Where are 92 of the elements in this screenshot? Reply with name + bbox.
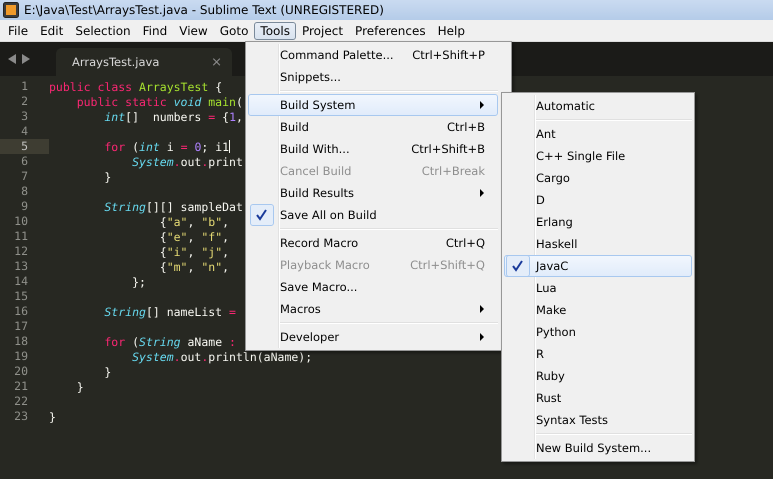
line-number: 10: [13, 214, 29, 229]
line-number: 18: [13, 334, 29, 349]
menu-option[interactable]: Build Ctrl+B: [248, 116, 498, 138]
code-line: {"e", "f",: [158, 230, 230, 244]
line-number: 6: [20, 154, 29, 169]
text-cursor: [229, 140, 230, 153]
code-line: for (String aName :: [103, 334, 236, 348]
code-line: }: [103, 170, 112, 184]
line-number: 8: [20, 184, 29, 199]
menu-option[interactable]: New Build System...: [504, 437, 692, 459]
shortcut-text: Ctrl+Q: [446, 236, 485, 250]
line-number: 11: [13, 229, 29, 244]
line-number: 9: [20, 199, 29, 214]
menu-item[interactable]: Preferences: [349, 22, 432, 40]
code-line: };: [131, 274, 146, 288]
code-line: public class ArraysTest {: [49, 80, 222, 94]
code-line: System.out.println(aName);: [131, 350, 312, 364]
code-line: }: [76, 380, 84, 394]
menu-option[interactable]: Command Palette... Ctrl+Shift+P: [248, 44, 498, 66]
line-number: 16: [13, 304, 29, 319]
shortcut-text: Ctrl+B: [447, 120, 485, 134]
menu-option[interactable]: Rust: [504, 387, 692, 409]
code-line: String[] nameList =: [103, 304, 236, 318]
menu-option[interactable]: C++ Single File: [504, 145, 692, 167]
menu-option[interactable]: Snippets...: [248, 66, 498, 88]
menu-item[interactable]: Help: [432, 22, 471, 40]
line-number: 22: [13, 394, 29, 409]
code-line: {"a", "b",: [158, 214, 230, 228]
tab-label: ArraysTest.java: [72, 55, 160, 69]
app-logo-icon: [3, 2, 19, 18]
menu-option[interactable]: Syntax Tests: [504, 409, 692, 431]
code-line: }: [49, 410, 56, 424]
menu-option[interactable]: Save All on Build: [248, 204, 498, 226]
code-line: for (int i = 0; i1: [103, 140, 230, 154]
close-icon[interactable]: ×: [211, 54, 222, 70]
menu-option[interactable]: Make: [504, 299, 692, 321]
code-line: {"i", "j",: [158, 244, 230, 258]
menu-option[interactable]: Python: [504, 321, 692, 343]
menu-option[interactable]: Record Macro Ctrl+Q: [248, 232, 498, 254]
shortcut-text: Ctrl+Shift+P: [412, 48, 485, 62]
line-number: 5: [0, 139, 49, 154]
menu-item[interactable]: File: [2, 22, 34, 40]
menu-item[interactable]: Tools: [254, 22, 296, 40]
menu-option[interactable]: JavaC: [504, 255, 692, 277]
menu-item[interactable]: Find: [136, 22, 174, 40]
line-number: 21: [13, 379, 29, 394]
line-number: 17: [13, 319, 29, 334]
menu-option[interactable]: Haskell: [504, 233, 692, 255]
menu-item[interactable]: View: [173, 22, 214, 40]
shortcut-text: Ctrl+Shift+Q: [410, 258, 485, 272]
line-number: 23: [13, 409, 29, 424]
line-number: 13: [13, 259, 29, 274]
forward-arrow-icon[interactable]: [21, 54, 30, 64]
menu-option[interactable]: Developer: [248, 326, 498, 348]
menu-option[interactable]: Erlang: [504, 211, 692, 233]
line-number: 4: [20, 124, 29, 139]
window-title: E:\Java\Test\ArraysTest.java - Sublime Text (UNREGISTERED): [24, 3, 384, 17]
menu-option[interactable]: Ant: [504, 123, 692, 145]
menu-item[interactable]: Edit: [34, 22, 70, 40]
menu-option[interactable]: D: [504, 189, 692, 211]
code-line: int[] numbers = {1,: [103, 110, 243, 124]
menu-option[interactable]: Save Macro...: [248, 276, 498, 298]
code-line: public static void main(: [76, 94, 243, 108]
line-number: 14: [13, 274, 29, 289]
line-number: 7: [20, 169, 29, 184]
menu-option[interactable]: Build System: [248, 94, 498, 116]
menu-option[interactable]: Macros: [248, 298, 498, 320]
line-number: 15: [13, 289, 29, 304]
back-arrow-icon[interactable]: [8, 54, 17, 64]
line-number: 2: [20, 94, 29, 109]
line-number: 20: [13, 364, 29, 379]
line-number: 19: [13, 349, 29, 364]
line-number: 12: [13, 244, 29, 259]
shortcut-text: Ctrl+Shift+B: [411, 142, 485, 156]
menu-item[interactable]: Goto: [214, 22, 254, 40]
code-line: String[][] sampleDat: [103, 200, 243, 214]
menu-option[interactable]: Lua: [504, 277, 692, 299]
shortcut-text: Ctrl+Break: [422, 164, 485, 178]
menu-option[interactable]: R: [504, 343, 692, 365]
menu-option[interactable]: Ruby: [504, 365, 692, 387]
menu-item[interactable]: Project: [296, 22, 350, 40]
code-line: {"m", "n",: [158, 260, 230, 274]
line-number: 1: [20, 79, 29, 94]
file-tab[interactable]: ArraysTest.java ×: [56, 48, 232, 76]
menu-option[interactable]: Build Results: [248, 182, 498, 204]
menu-item[interactable]: Selection: [69, 22, 137, 40]
code-line: System.out.print: [131, 154, 243, 168]
menu-option[interactable]: Automatic: [504, 95, 692, 117]
menu-option[interactable]: Cargo: [504, 167, 692, 189]
menu-option[interactable]: Build With... Ctrl+Shift+B: [248, 138, 498, 160]
code-line: }: [103, 364, 112, 378]
line-number: 3: [20, 109, 29, 124]
